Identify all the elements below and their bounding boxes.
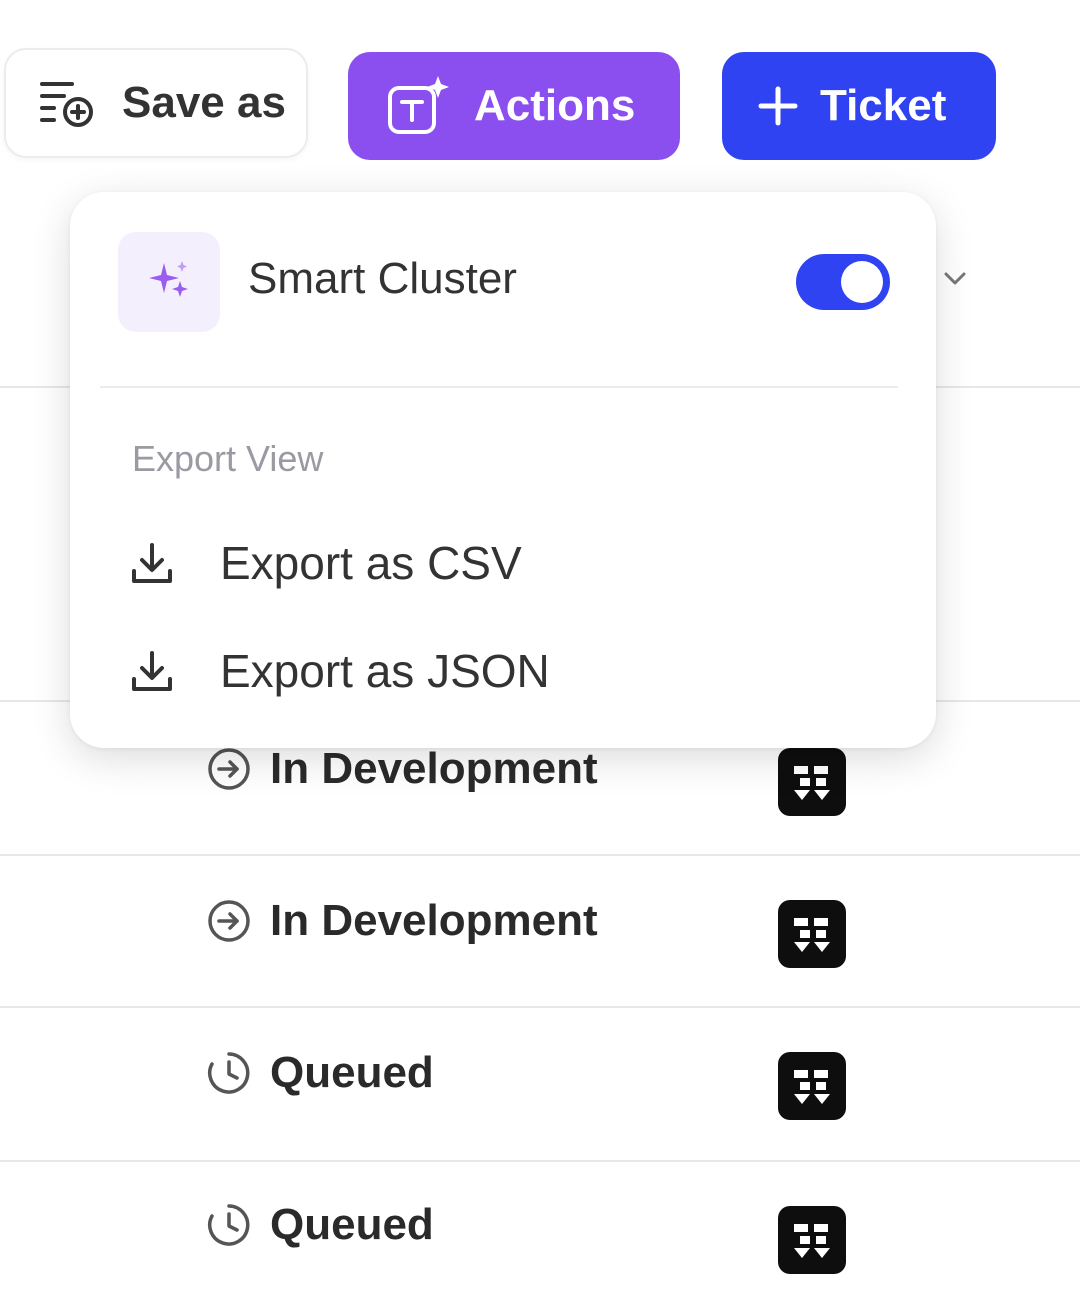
- save-as-button[interactable]: Save as: [4, 48, 308, 158]
- ticket-label: Ticket: [820, 81, 947, 130]
- sparkles-icon: [144, 255, 194, 310]
- table-row-status[interactable]: Queued: [206, 1200, 434, 1250]
- smart-cluster-toggle[interactable]: [796, 254, 890, 310]
- row-divider: [0, 854, 1080, 856]
- download-icon: [128, 647, 176, 695]
- app-logo-icon[interactable]: [778, 900, 846, 968]
- save-view-icon: [38, 78, 96, 128]
- menu-divider: [100, 386, 898, 388]
- row-divider: [0, 1006, 1080, 1008]
- status-arrow-icon: [206, 746, 252, 792]
- status-label: Queued: [270, 1200, 434, 1249]
- app-logo-icon[interactable]: [778, 1206, 846, 1274]
- status-arrow-icon: [206, 898, 252, 944]
- toggle-knob: [841, 261, 883, 303]
- app-logo-icon[interactable]: [778, 748, 846, 816]
- ai-text-icon: [386, 74, 452, 138]
- row-divider: [0, 1160, 1080, 1162]
- status-label: In Development: [270, 744, 598, 793]
- add-ticket-button[interactable]: Ticket: [722, 52, 996, 160]
- export-csv-label: Export as CSV: [220, 537, 522, 589]
- table-row-status[interactable]: In Development: [206, 744, 598, 794]
- chevron-down-icon[interactable]: [940, 266, 970, 295]
- table-row-status[interactable]: In Development: [206, 896, 598, 946]
- download-icon: [128, 539, 176, 587]
- actions-button[interactable]: Actions: [348, 52, 680, 160]
- export-view-heading: Export View: [132, 438, 324, 479]
- app-logo-icon[interactable]: [778, 1052, 846, 1120]
- table-row-status[interactable]: Queued: [206, 1048, 434, 1098]
- save-as-label: Save as: [122, 78, 286, 127]
- smart-cluster-label: Smart Cluster: [248, 254, 517, 303]
- clock-icon: [206, 1050, 252, 1096]
- actions-label: Actions: [474, 81, 636, 130]
- clock-icon: [206, 1202, 252, 1248]
- export-json-item[interactable]: Export as JSON: [128, 644, 550, 698]
- actions-dropdown-menu: Smart Cluster Export View Export as CSV …: [70, 192, 936, 748]
- export-json-label: Export as JSON: [220, 645, 550, 697]
- status-label: In Development: [270, 896, 598, 945]
- export-csv-item[interactable]: Export as CSV: [128, 536, 522, 590]
- plus-icon: [758, 86, 798, 126]
- smart-cluster-badge: [118, 232, 220, 332]
- status-label: Queued: [270, 1048, 434, 1097]
